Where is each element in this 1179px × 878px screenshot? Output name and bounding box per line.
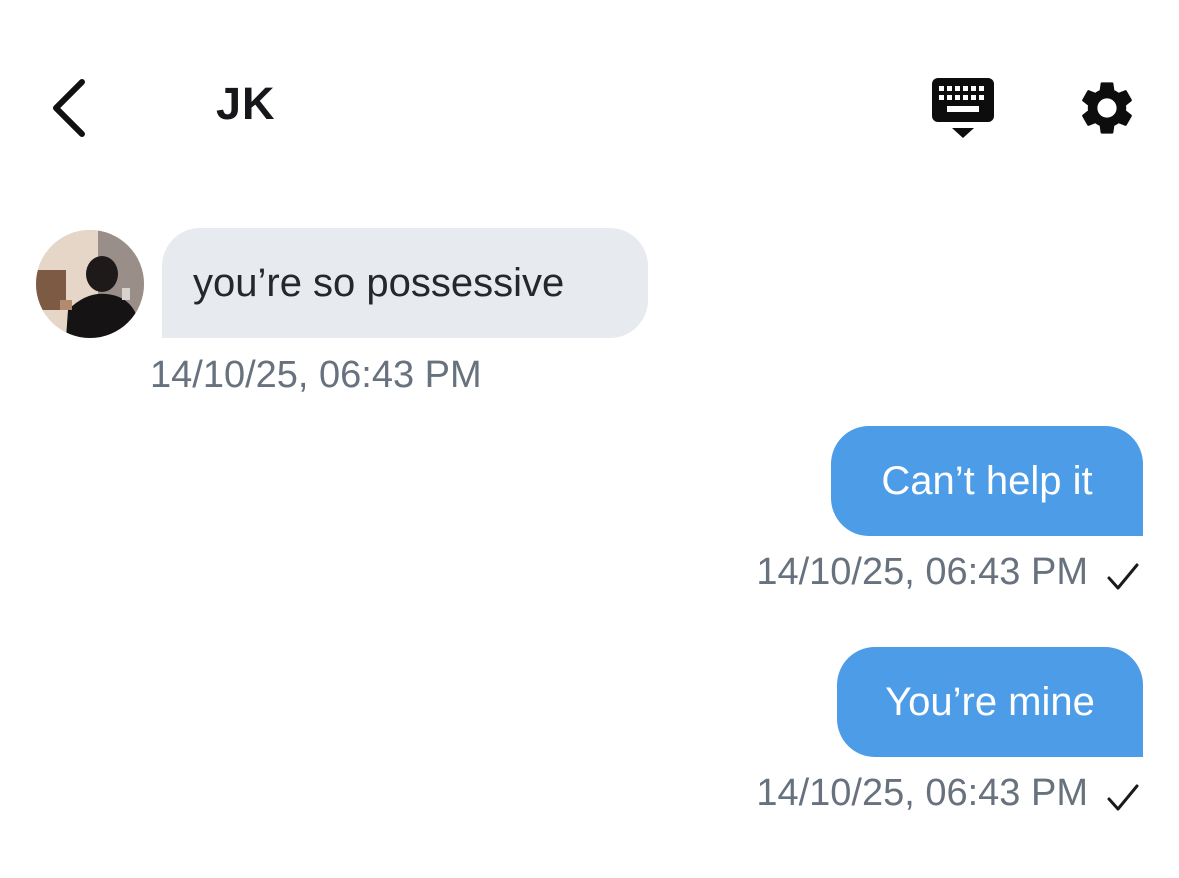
back-button[interactable] bbox=[36, 68, 100, 148]
check-icon bbox=[1107, 563, 1139, 590]
message-bubble-outgoing[interactable]: Can’t help it bbox=[831, 426, 1143, 536]
chat-header: JK bbox=[0, 0, 1179, 200]
chevron-left-icon bbox=[53, 79, 85, 137]
message-timestamp: 14/10/25, 06:43 PM bbox=[150, 354, 482, 396]
avatar-photo bbox=[36, 230, 144, 338]
chat-title: JK bbox=[216, 78, 276, 129]
message-text: You’re mine bbox=[885, 680, 1095, 724]
message-text: you’re so possessive bbox=[193, 261, 565, 305]
keyboard-toggle-button[interactable] bbox=[928, 74, 1000, 144]
keyboard-hide-icon bbox=[932, 78, 994, 138]
message-timestamp: 14/10/25, 06:43 PM bbox=[756, 551, 1088, 593]
message-text: Can’t help it bbox=[881, 459, 1093, 503]
check-icon bbox=[1107, 784, 1139, 811]
gear-icon bbox=[1082, 82, 1132, 134]
settings-button[interactable] bbox=[1072, 76, 1142, 140]
message-bubble-incoming[interactable]: you’re so possessive bbox=[162, 228, 648, 338]
message-timestamp: 14/10/25, 06:43 PM bbox=[756, 772, 1088, 814]
contact-avatar[interactable] bbox=[36, 230, 144, 338]
message-bubble-outgoing[interactable]: You’re mine bbox=[837, 647, 1143, 757]
